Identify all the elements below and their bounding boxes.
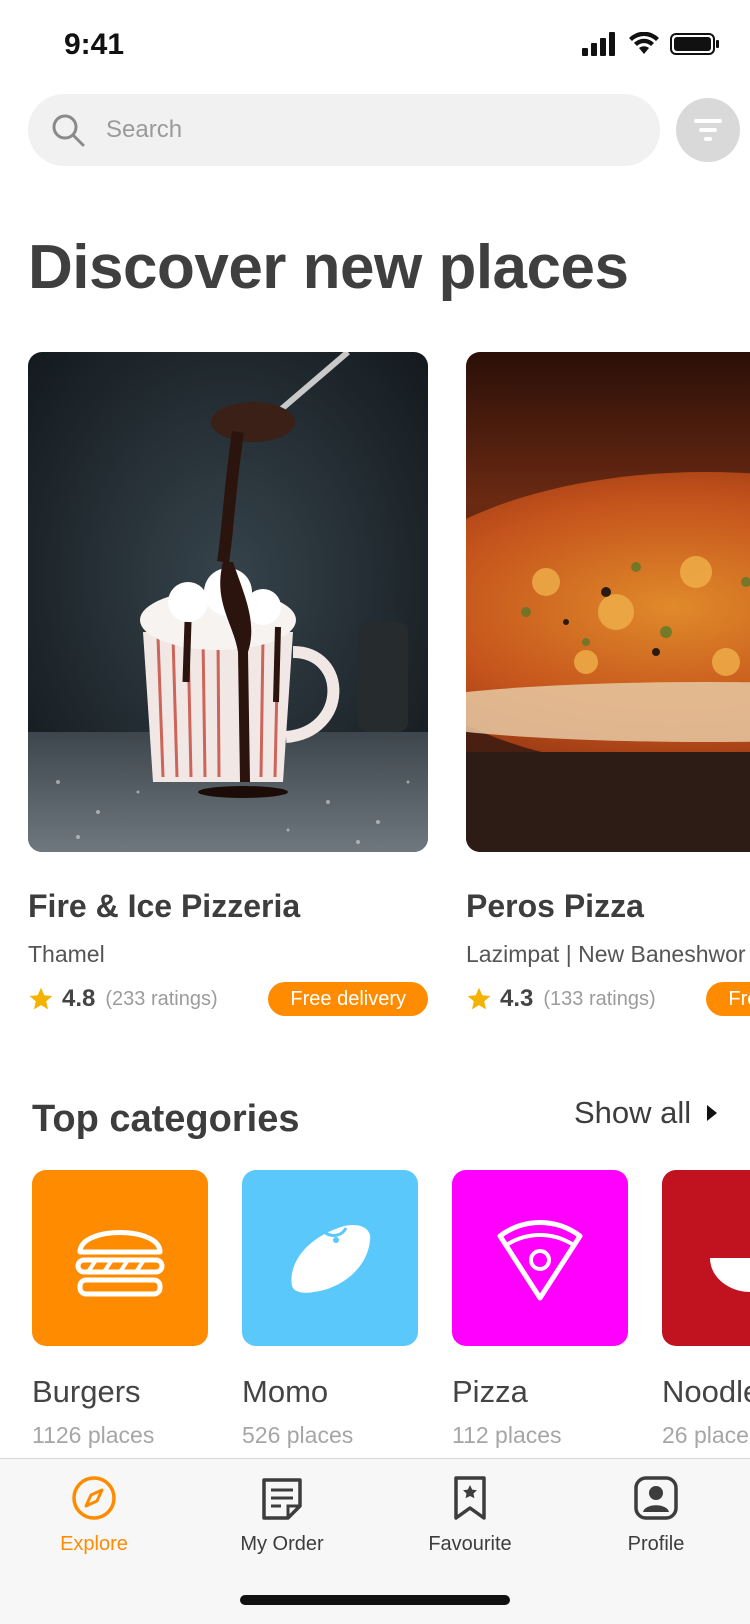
profile-icon <box>634 1476 678 1520</box>
rating-value: 4.8 <box>62 985 96 1012</box>
place-rating-row: 4.3 (133 ratings) Free delivery <box>466 982 750 1016</box>
filter-icon <box>694 119 722 141</box>
category-name: Noodles <box>662 1374 750 1409</box>
rating-count: (133 ratings) <box>543 987 656 1010</box>
category-count: 1126 places <box>32 1422 155 1448</box>
bookmark-icon <box>454 1476 486 1520</box>
rating-count: (233 ratings) <box>105 987 218 1010</box>
category-noodles[interactable]: Noodles 26 places <box>662 1170 750 1449</box>
category-count: 26 places <box>662 1422 750 1448</box>
tab-label: Explore <box>60 1533 128 1555</box>
show-all-label: Show all <box>574 1095 692 1130</box>
home-indicator <box>240 1595 510 1605</box>
category-tile[interactable] <box>242 1170 418 1346</box>
tab-my-order[interactable]: My Order <box>202 1475 362 1556</box>
pizza-icon <box>497 1220 583 1301</box>
place-image[interactable] <box>28 352 428 852</box>
place-card[interactable]: Fire & Ice Pizzeria Thamel 4.8 (233 rati… <box>28 352 428 1016</box>
free-delivery-badge: Free delivery <box>268 982 428 1016</box>
search-bar[interactable] <box>28 94 660 166</box>
category-count: 526 places <box>242 1422 354 1448</box>
star-icon <box>29 987 53 1010</box>
explore-screen: 9:41 Search Discover new places Fire & I… <box>0 0 750 1624</box>
caret-right-icon <box>707 1105 718 1121</box>
place-area: Thamel <box>28 941 105 967</box>
place-area: Lazimpat | New Baneshwor <box>466 941 746 967</box>
tab-profile[interactable]: Profile <box>576 1475 736 1556</box>
tab-explore[interactable]: Explore <box>14 1475 174 1556</box>
category-burgers[interactable]: Burgers 1126 places <box>32 1170 208 1449</box>
category-tile[interactable] <box>452 1170 628 1346</box>
tab-bar: Explore My Order Favourite Profile <box>0 1458 750 1624</box>
noodles-icon <box>710 1258 750 1292</box>
filter-button[interactable] <box>676 98 740 162</box>
category-name: Burgers <box>32 1374 141 1409</box>
place-name: Peros Pizza <box>466 888 644 924</box>
category-count: 112 places <box>452 1422 562 1448</box>
category-pizza[interactable]: Pizza 112 places <box>452 1170 628 1449</box>
burger-icon <box>75 1230 165 1297</box>
category-name: Pizza <box>452 1374 528 1409</box>
rating-value: 4.3 <box>500 985 534 1012</box>
tab-label: Favourite <box>428 1533 512 1555</box>
search-input[interactable] <box>104 115 588 145</box>
free-delivery-badge: Free delivery <box>706 982 750 1016</box>
category-momo[interactable]: Momo 526 places <box>242 1170 418 1449</box>
place-rating-row: 4.8 (233 ratings) Free delivery <box>28 982 428 1016</box>
status-icons <box>582 32 720 56</box>
show-all-button[interactable]: Show all <box>574 1095 719 1131</box>
search-icon <box>52 114 85 147</box>
order-list-icon <box>262 1478 302 1520</box>
top-categories-title: Top categories <box>32 1098 300 1140</box>
compass-icon <box>72 1476 116 1520</box>
tab-label: My Order <box>240 1533 324 1555</box>
place-name: Fire & Ice Pizzeria <box>28 888 301 924</box>
category-tile[interactable] <box>32 1170 208 1346</box>
category-tile[interactable] <box>662 1170 750 1346</box>
page-title: Discover new places <box>28 233 629 302</box>
tab-label: Profile <box>627 1533 685 1555</box>
category-name: Momo <box>242 1374 329 1409</box>
place-card[interactable]: Peros Pizza Lazimpat | New Baneshwor 4.3… <box>466 352 750 1016</box>
status-bar: 9:41 <box>0 0 750 90</box>
tab-favourite[interactable]: Favourite <box>390 1475 550 1556</box>
star-icon <box>467 987 491 1010</box>
battery-icon <box>670 33 719 55</box>
wifi-icon <box>629 32 659 54</box>
status-time: 9:41 <box>64 28 125 61</box>
cellular-signal-icon <box>582 32 615 56</box>
place-image[interactable] <box>466 352 750 852</box>
momo-icon <box>291 1224 371 1293</box>
